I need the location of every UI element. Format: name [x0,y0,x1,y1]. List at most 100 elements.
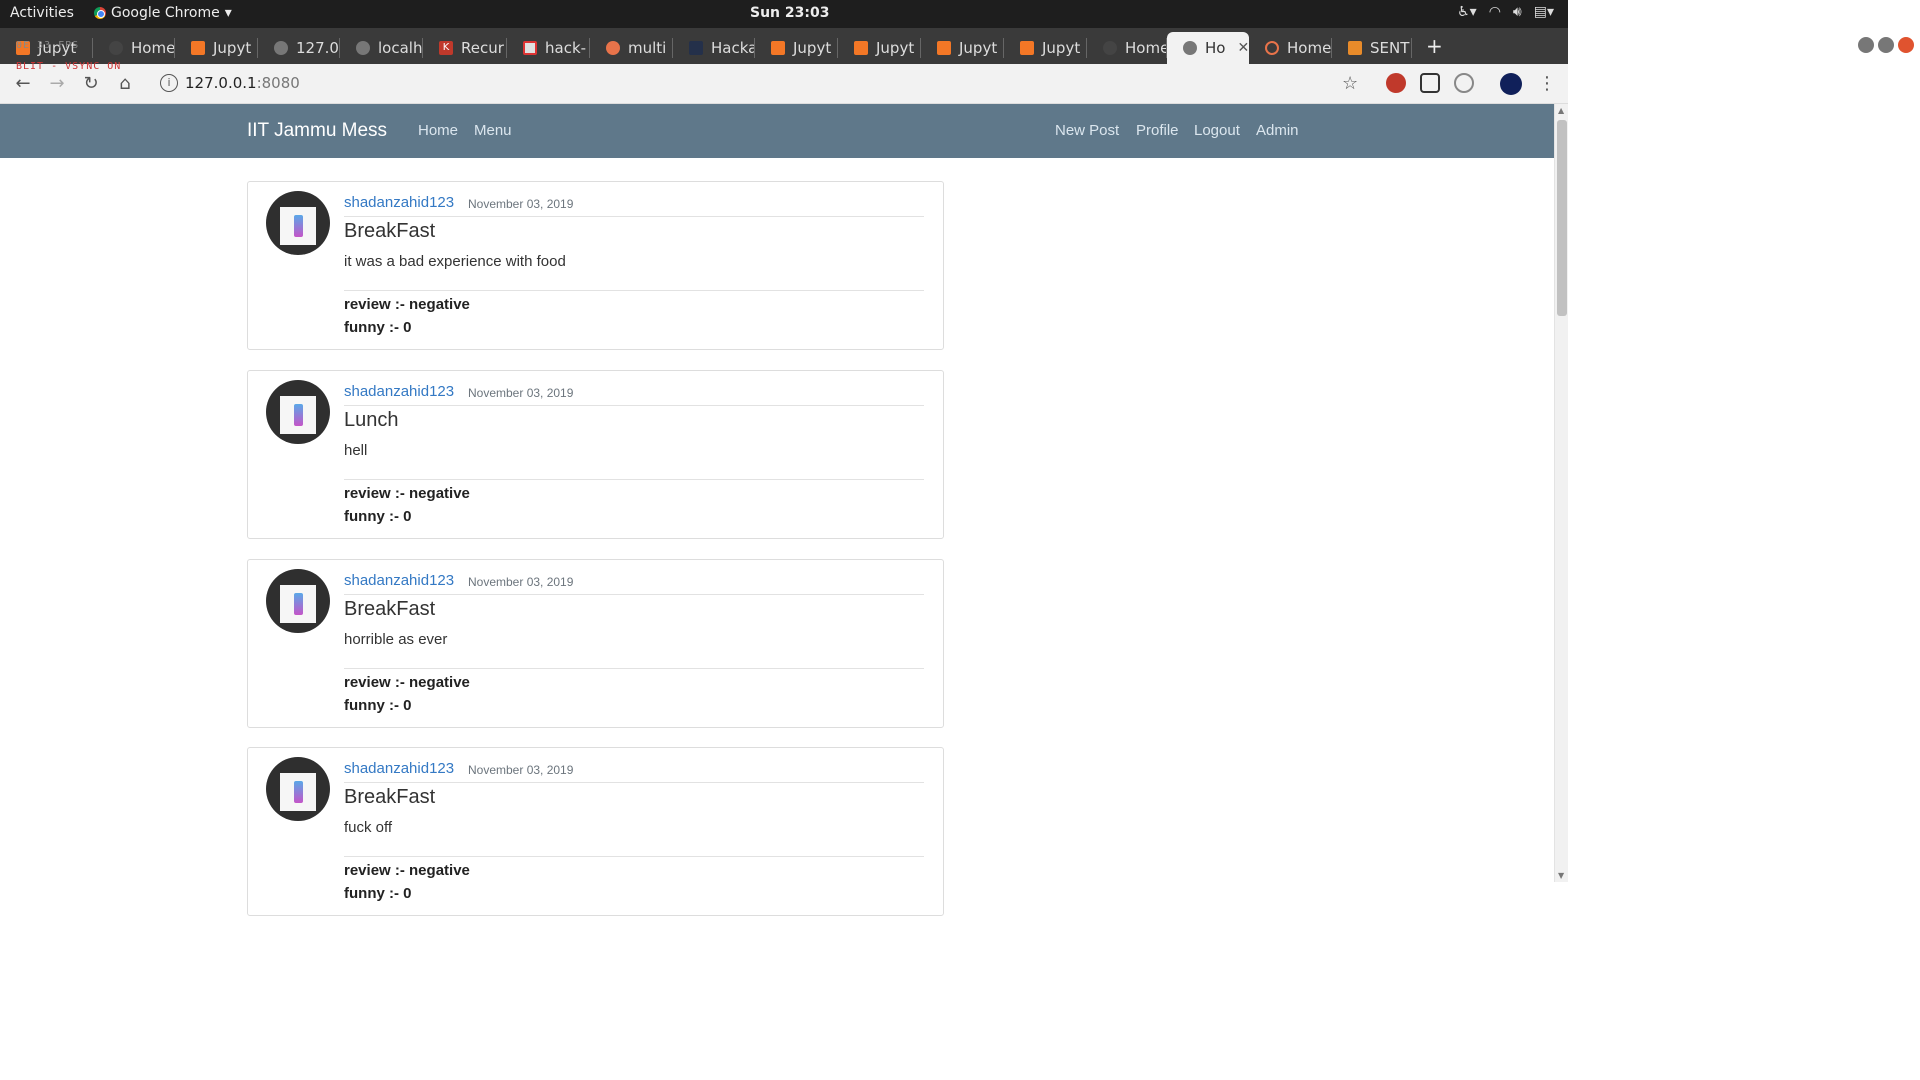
tab-label: Jupyt [876,39,915,57]
browser-tab[interactable]: Home [93,32,175,64]
post-title[interactable]: BreakFast [344,786,435,809]
tab-label: Home [131,39,175,57]
post-author-link[interactable]: shadanzahid123 [344,760,454,777]
extension-cloud-icon[interactable] [1454,73,1474,93]
divider [344,290,924,291]
tab-label: Recur [461,39,504,57]
tab-separator [1411,38,1412,58]
browser-tab[interactable]: multi [590,32,673,64]
close-tab-icon[interactable]: ✕ [1237,40,1249,56]
tab-label: hack- [545,39,587,57]
h-icon [689,41,703,55]
profile-avatar[interactable] [1500,73,1522,95]
browser-tab[interactable]: Ho ✕ [1167,32,1249,64]
url-port: :8080 [256,74,300,92]
extension-icon[interactable] [1420,73,1440,93]
post-title[interactable]: Lunch [344,409,399,432]
post-title[interactable]: BreakFast [344,598,435,621]
reload-icon[interactable]: ↻ [80,73,102,94]
author-avatar[interactable] [266,380,330,444]
system-tray[interactable]: ♿▾ ◠ 🔊︎ ▤▾ [1457,4,1554,20]
new-tab-button[interactable]: + [1426,34,1443,58]
post-author-link[interactable]: shadanzahid123 [344,572,454,589]
adblock-icon[interactable] [1386,73,1406,93]
scrollbar-thumb[interactable] [1557,120,1567,316]
nav-menu[interactable]: Menu [474,122,512,139]
browser-tab[interactable]: Jupyt [838,32,921,64]
back-icon[interactable]: ← [12,73,34,94]
browser-tab[interactable]: localh [340,32,423,64]
post-author-link[interactable]: shadanzahid123 [344,383,454,400]
page-scrollbar[interactable]: ▲ ▼ [1554,104,1568,882]
post-title[interactable]: BreakFast [344,220,435,243]
nav-new-post[interactable]: New Post [1055,122,1119,139]
address-bar[interactable]: 127.0.0.1:8080 [185,74,300,92]
minimize-button[interactable] [1858,37,1874,53]
system-top-bar: Activities Google Chrome ▾ Sun 23:03 ♿▾ … [0,0,1568,28]
dark-circle-icon [109,41,123,55]
home-icon[interactable]: ⌂ [114,73,136,94]
nav-logout[interactable]: Logout [1194,122,1240,139]
browser-tab[interactable]: Jupyt [1004,32,1087,64]
browser-tab[interactable]: Jupyt [921,32,1004,64]
dark-circle-icon [1103,41,1117,55]
browser-tab[interactable]: Jupyt [175,32,258,64]
post-card: shadanzahid123 November 03, 2019 BreakFa… [247,747,944,916]
tab-label: SENT [1370,39,1410,57]
forward-icon[interactable]: → [46,73,68,94]
chevron-down-icon: ▾ [224,5,232,21]
browser-tab[interactable]: 127.0 [258,32,340,64]
app-name: Google Chrome [111,5,220,21]
wifi-icon[interactable]: ◠ [1489,4,1501,20]
post-funny: funny :- 0 [344,697,412,714]
post-body: it was a bad experience with food [344,253,566,270]
globe-icon [356,41,370,55]
browser-tab[interactable]: Home [1249,32,1332,64]
ask-icon [606,41,620,55]
jupyter-icon [854,41,868,55]
scroll-up-icon[interactable]: ▲ [1558,106,1564,115]
app-menu[interactable]: Google Chrome ▾ [94,5,232,21]
nav-home[interactable]: Home [418,122,458,139]
site-brand[interactable]: IIT Jammu Mess [247,120,387,142]
tab-label: localh [378,39,423,57]
author-avatar[interactable] [266,569,330,633]
site-info-icon[interactable]: i [160,74,178,92]
post-date: November 03, 2019 [468,197,574,211]
nav-profile[interactable]: Profile [1136,122,1179,139]
clock[interactable]: Sun 23:03 [750,5,829,21]
post-body: hell [344,442,368,459]
accessibility-icon[interactable]: ♿▾ [1457,4,1477,20]
browser-tab[interactable]: hack- [507,32,590,64]
browser-tab[interactable]: Home [1087,32,1167,64]
author-avatar[interactable] [266,191,330,255]
volume-icon[interactable]: 🔊︎ [1513,4,1522,20]
post-review: review :- negative [344,862,470,879]
post-author-link[interactable]: shadanzahid123 [344,194,454,211]
browser-tab[interactable]: SENT [1332,32,1412,64]
chrome-icon [94,7,106,19]
clipboard-icon[interactable]: ▤▾ [1534,4,1554,20]
browser-menu-icon[interactable]: ⋮ [1538,73,1558,94]
post-funny: funny :- 0 [344,319,412,336]
jupyter-icon [191,41,205,55]
post-review: review :- negative [344,485,470,502]
bookmark-star-icon[interactable]: ☆ [1342,73,1362,94]
divider [344,668,924,669]
globe-icon [1183,41,1197,55]
close-window-button[interactable] [1898,37,1914,53]
browser-tab[interactable]: K Recur [423,32,507,64]
scroll-down-icon[interactable]: ▼ [1558,871,1564,880]
author-avatar[interactable] [266,757,330,821]
browser-toolbar: ← → ↻ ⌂ i 127.0.0.1:8080 ☆ ⋮ [0,64,1568,104]
tab-label: Home [1125,39,1167,57]
activities-button[interactable]: Activities [10,5,74,21]
browser-tab[interactable]: Hacka [673,32,755,64]
globe-icon [274,41,288,55]
browser-tab[interactable]: Jupyt [755,32,838,64]
post-card: shadanzahid123 November 03, 2019 BreakFa… [247,181,944,350]
jupyter-icon [771,41,785,55]
post-review: review :- negative [344,674,470,691]
maximize-button[interactable] [1878,37,1894,53]
nav-admin[interactable]: Admin [1256,122,1299,139]
